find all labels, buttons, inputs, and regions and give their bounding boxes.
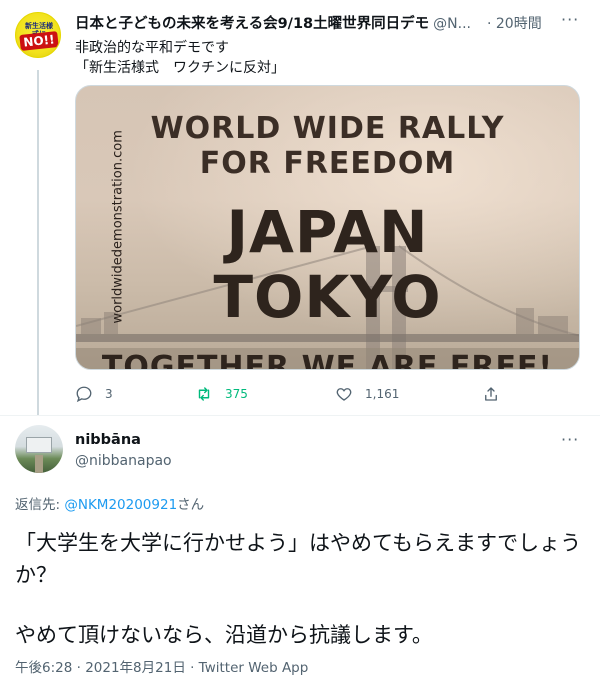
tweet-header: 日本と子どもの未来を考える会9/18土曜世界同日デモ @N... [75, 12, 545, 32]
media-city: TOKYO [213, 263, 442, 331]
display-name[interactable]: 日本と子どもの未来を考える会9/18土曜世界同日デモ [75, 16, 429, 32]
avatar-path [35, 455, 43, 473]
reply-count: 3 [105, 387, 113, 401]
replying-to: 返信先: @NKM20200921さん [15, 493, 204, 513]
tweet-actions: 3 375 1,161 [75, 385, 580, 409]
more-options-icon[interactable]: ··· [561, 10, 579, 29]
tweet-media-image[interactable]: worldwidedemonstration.com WORLD WIDE RA… [75, 85, 580, 370]
thread-connector-line [37, 70, 39, 415]
heart-icon [336, 388, 352, 401]
avatar[interactable]: 新生活様式に NO!! [15, 12, 61, 58]
user-handle[interactable]: @nibbanapao [75, 453, 172, 469]
share-button[interactable] [482, 385, 500, 403]
reply-button[interactable]: 3 [75, 385, 113, 403]
tweet-paragraph: やめて頂けないなら、沿道から抗議します。 [15, 623, 433, 647]
like-count: 1,161 [365, 387, 400, 401]
user-handle[interactable]: @N... [433, 16, 471, 32]
media-headline-1: WORLD WIDE RALLY [150, 111, 505, 146]
tweet-body: 「大学生を大学に行かせよう」はやめてもらえますでしょうか？ やめて頂けないなら、… [15, 527, 585, 651]
mention-link[interactable]: @NKM20200921 [64, 497, 177, 513]
retweet-icon [198, 387, 210, 401]
avatar-building [26, 437, 52, 453]
retweet-button[interactable]: 375 [195, 385, 248, 403]
avatar-no-badge: NO!! [19, 31, 59, 51]
tweet-text-line: 非政治的な平和デモです [75, 40, 229, 56]
media-headline-2: FOR FREEDOM [199, 146, 456, 181]
tweet-text-line: 「新生活様式 ワクチンに反対」 [75, 60, 285, 76]
tweet-paragraph: 「大学生を大学に行かせよう」はやめてもらえますでしょうか？ [15, 531, 582, 587]
avatar[interactable] [15, 425, 63, 473]
display-name[interactable]: nibbāna [75, 432, 141, 448]
replying-suffix: さん [177, 497, 205, 513]
reply-icon [76, 386, 92, 403]
tweet-metadata[interactable]: 午後6:28 · 2021年8月21日 · Twitter Web App [15, 656, 308, 676]
retweet-count: 375 [225, 387, 248, 401]
share-icon [485, 387, 497, 401]
like-button[interactable]: 1,161 [335, 385, 399, 403]
replying-prefix: 返信先: [15, 497, 65, 513]
more-options-icon[interactable]: ··· [561, 430, 579, 449]
tweet-divider [0, 415, 600, 416]
tweet-text: 非政治的な平和デモです 「新生活様式 ワクチンに反対」 [75, 38, 285, 78]
media-country: JAPAN [226, 198, 429, 266]
tweet-timestamp[interactable]: · 20時間 [487, 13, 542, 33]
media-slogan: TOGETHER WE ARE FREE! [101, 350, 554, 370]
